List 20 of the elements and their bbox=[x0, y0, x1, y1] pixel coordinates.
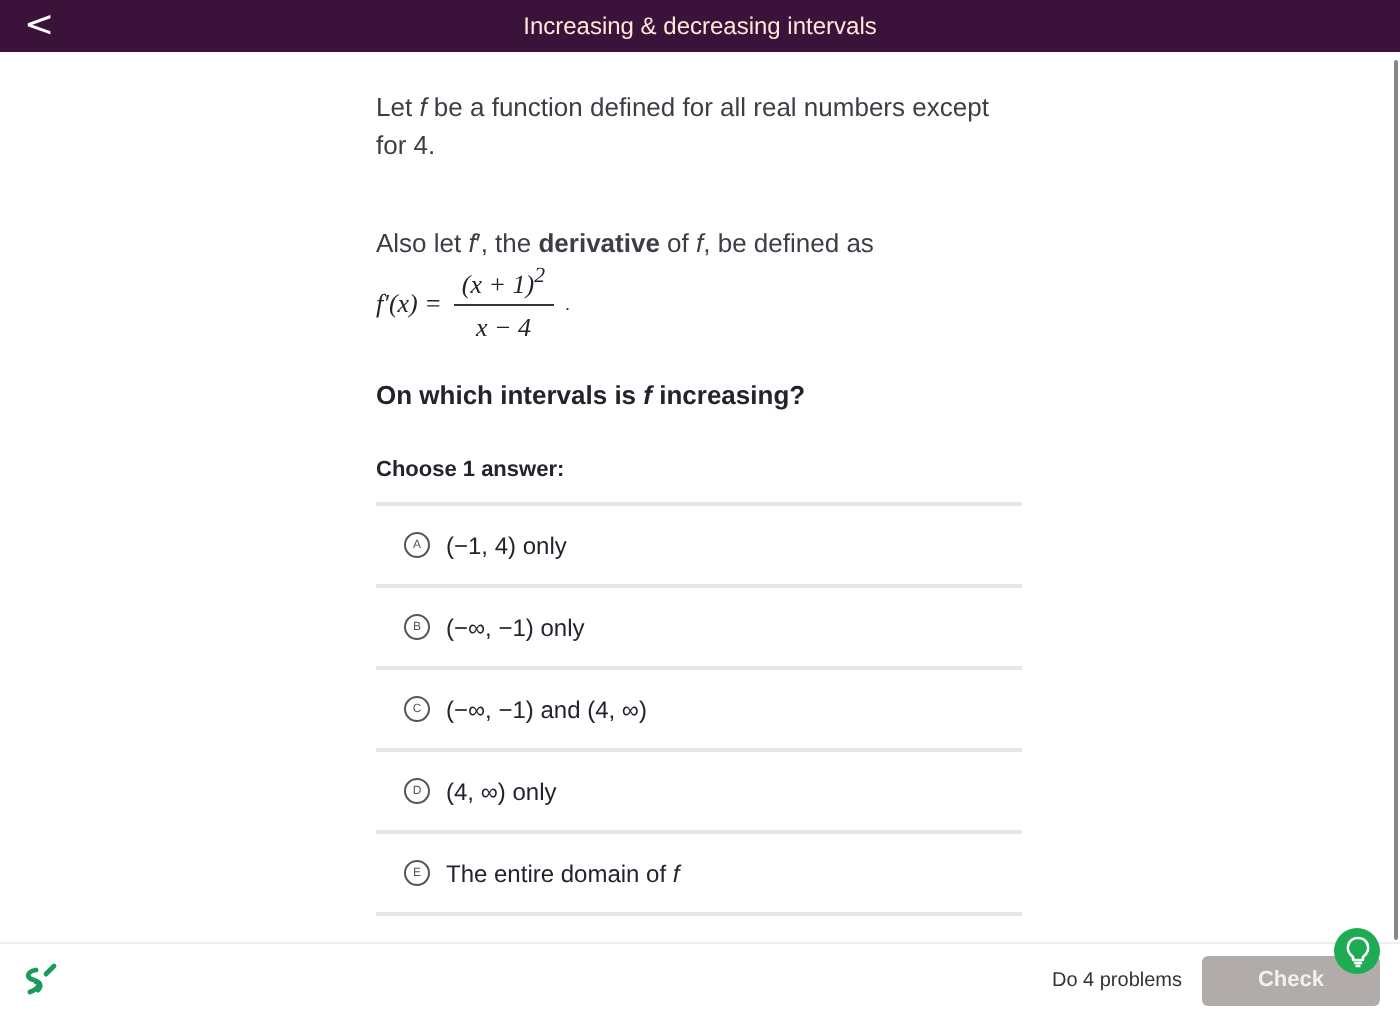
back-button[interactable]: < bbox=[16, 4, 63, 46]
hint-button[interactable] bbox=[1334, 928, 1380, 974]
formula-denominator: x − 4 bbox=[475, 310, 531, 345]
lightbulb-icon bbox=[1343, 935, 1371, 967]
formula-numerator: (x + 1)$^{2}$ bbox=[453, 264, 554, 307]
problem-text: Let f be a function defined for all real numbers except for 4. bbox=[376, 90, 991, 164]
choice-text: The entire domain of f bbox=[446, 859, 680, 888]
question-text: On which intervals is f increasing? bbox=[376, 380, 808, 411]
formula-period: . bbox=[565, 294, 571, 315]
answer-prompt: Choose 1 answer: bbox=[376, 458, 567, 483]
choice-text: (4, ∞) only bbox=[446, 777, 557, 806]
problem-text: Also let f′, the derivative of f, be defined as bbox=[376, 226, 876, 262]
choice-text: (−∞, −1) only bbox=[446, 613, 585, 642]
scrollbar[interactable] bbox=[1394, 60, 1398, 940]
squiggle-icon bbox=[20, 960, 60, 1000]
formula-lhs: f′(x) = bbox=[376, 288, 442, 321]
choice-text: (−∞, −1) and (4, ∞) bbox=[446, 695, 647, 724]
choice-text: (−1, 4) only bbox=[446, 531, 567, 560]
page-title: Increasing & decreasing intervals bbox=[523, 12, 877, 40]
progress-text: Do 4 problems bbox=[1051, 969, 1182, 991]
